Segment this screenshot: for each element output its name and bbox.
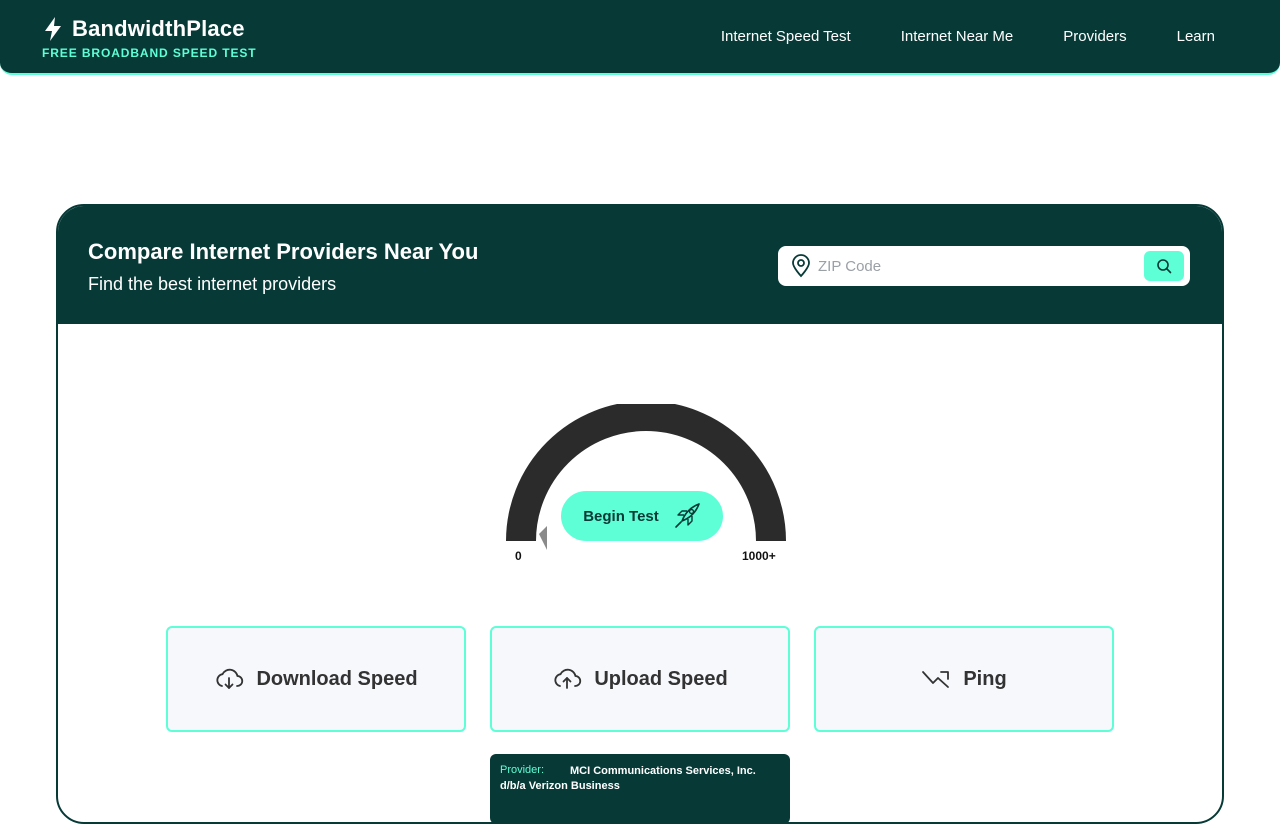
cloud-upload-icon [554, 668, 582, 689]
search-icon [1157, 259, 1172, 274]
zip-search [778, 246, 1190, 286]
ping-box: Ping [814, 626, 1114, 732]
zip-search-button[interactable] [1144, 251, 1184, 281]
nav-learn[interactable]: Learn [1177, 28, 1215, 45]
card-header: Compare Internet Providers Near You Find… [58, 206, 1222, 324]
nav-internet-near-me[interactable]: Internet Near Me [901, 28, 1014, 45]
upload-speed-box: Upload Speed [490, 626, 790, 732]
logo-name: BandwidthPlace [72, 16, 245, 41]
location-pin-icon [792, 254, 810, 278]
trend-icon [922, 671, 950, 688]
card-title: Compare Internet Providers Near You [88, 239, 479, 264]
main-nav: Internet Speed Test Internet Near Me Pro… [721, 28, 1215, 45]
nav-providers[interactable]: Providers [1063, 28, 1126, 45]
provider-info: Provider: MCI Communications Services, I… [490, 754, 790, 822]
zip-code-input[interactable] [818, 251, 1136, 281]
provider-value: MCI Communications Services, Inc. d/b/a … [500, 765, 756, 792]
nav-internet-speed-test[interactable]: Internet Speed Test [721, 28, 851, 45]
begin-test-label: Begin Test [583, 507, 659, 525]
gauge-max-label: 1000+ [742, 549, 776, 563]
gauge-needle-marker [539, 526, 547, 550]
rocket-icon [674, 503, 700, 528]
download-speed-label: Download Speed [256, 667, 418, 690]
site-header: BandwidthPlace FREE BROADBAND SPEED TEST… [0, 0, 1280, 75]
gauge-min-label: 0 [515, 549, 522, 563]
logo[interactable]: BandwidthPlace FREE BROADBAND SPEED TEST [42, 16, 257, 60]
download-speed-box: Download Speed [166, 626, 466, 732]
speed-test-card: Compare Internet Providers Near You Find… [56, 204, 1224, 824]
cloud-download-icon [216, 668, 244, 689]
card-subtitle: Find the best internet providers [88, 274, 337, 294]
upload-speed-label: Upload Speed [594, 667, 728, 690]
logo-tagline: FREE BROADBAND SPEED TEST [42, 46, 257, 60]
begin-test-button[interactable]: Begin Test [561, 491, 723, 541]
bolt-icon [45, 17, 61, 41]
ping-label: Ping [963, 667, 1007, 690]
